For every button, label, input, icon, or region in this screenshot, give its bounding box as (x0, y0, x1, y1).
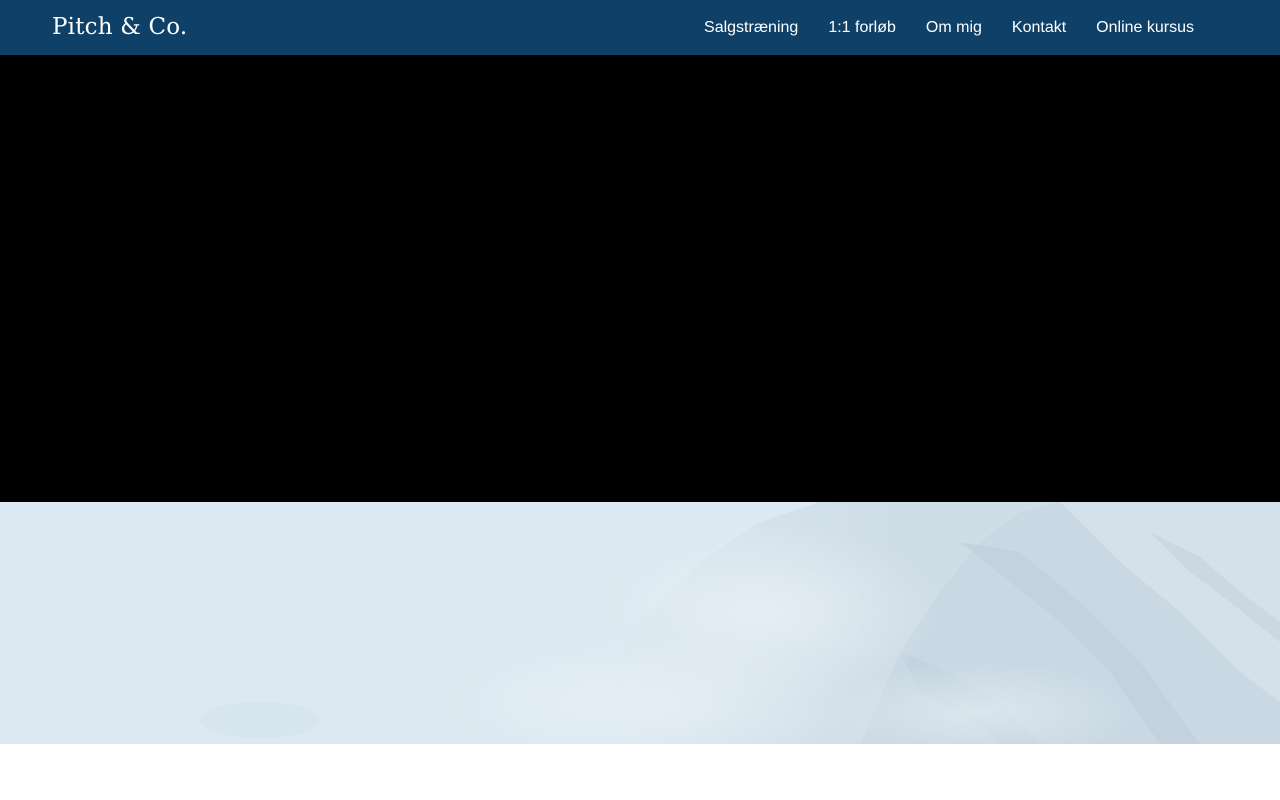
site-header: Pitch & Co. Salgstræning 1:1 forløb Om m… (0, 0, 1280, 55)
nav-item-online-kursus[interactable]: Online kursus (1096, 19, 1194, 37)
nav-item-om-mig[interactable]: Om mig (926, 19, 982, 37)
nav-item-1-1-forlob[interactable]: 1:1 forløb (828, 19, 896, 37)
main-nav: Salgstræning 1:1 forløb Om mig Kontakt O… (704, 0, 1194, 55)
page-bottom-area (0, 744, 1280, 800)
mountain-background-section (0, 502, 1280, 744)
hero-video[interactable] (0, 55, 1280, 502)
nav-item-salgstraening[interactable]: Salgstræning (704, 19, 798, 37)
nav-item-kontakt[interactable]: Kontakt (1012, 19, 1066, 37)
site-logo[interactable]: Pitch & Co. (52, 12, 187, 42)
mountain-background-image (0, 502, 1280, 744)
